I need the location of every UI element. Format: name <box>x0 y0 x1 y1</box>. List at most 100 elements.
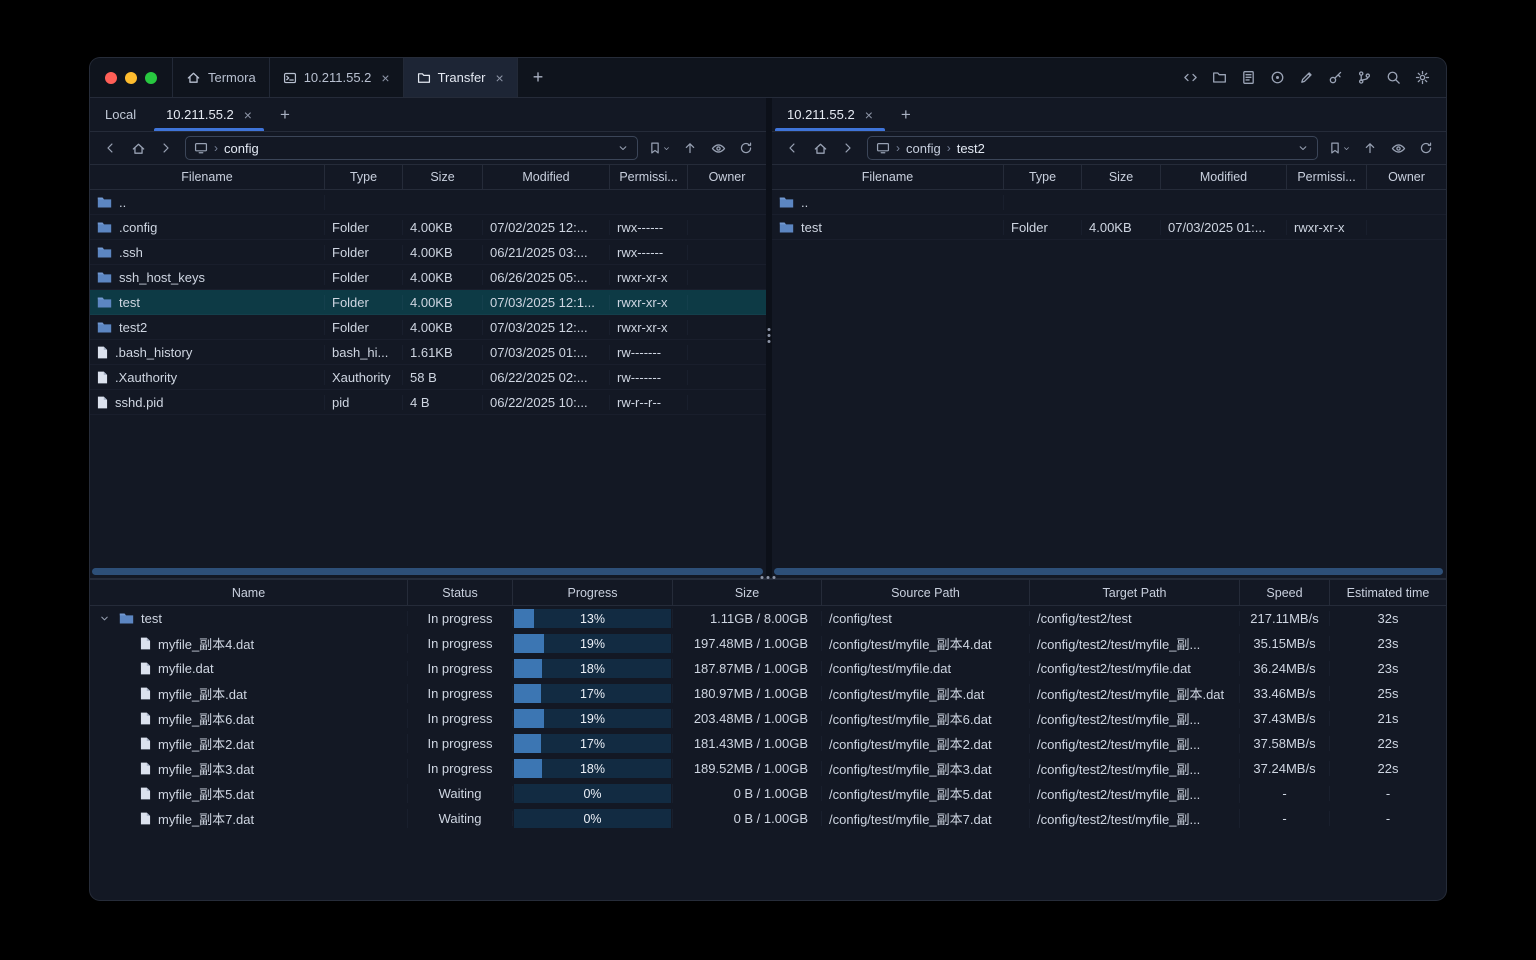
back-button[interactable] <box>101 139 119 157</box>
column-header-size[interactable]: Size <box>673 580 822 605</box>
document-icon[interactable] <box>1240 70 1256 86</box>
transfer-row-myfile-3-dat[interactable]: myfile_副本3.dat In progress 18% 189.52MB / 1… <box>90 756 1446 781</box>
column-header-source-path[interactable]: Source Path <box>822 580 1030 605</box>
close-tab-icon[interactable]: × <box>865 108 873 122</box>
transfer-row-myfile--dat[interactable]: myfile_副本.dat In progress 17% 180.97MB / 1.… <box>90 681 1446 706</box>
horizontal-scrollbar[interactable] <box>774 568 1443 575</box>
settings-icon[interactable] <box>1414 70 1430 86</box>
transfer-row-myfile-2-dat[interactable]: myfile_副本2.dat In progress 17% 181.43MB / 1… <box>90 731 1446 756</box>
column-header-filename[interactable]: Filename <box>772 165 1004 189</box>
file-row-sshd-pid[interactable]: sshd.pid pid 4 B 06/22/2025 10:... rw-r--r-- <box>90 390 766 415</box>
app-tab-transfer[interactable]: Transfer × <box>403 58 518 97</box>
file-name: .bash_history <box>115 344 193 360</box>
search-icon[interactable] <box>1385 70 1401 86</box>
transfer-splitter[interactable] <box>90 576 1446 580</box>
forward-button[interactable] <box>839 139 857 157</box>
bookmark-button[interactable] <box>1328 139 1351 157</box>
pane-tab-local[interactable]: Local <box>90 98 151 131</box>
file-row-ssh[interactable]: .ssh Folder 4.00KB 06/21/2025 03:... rwx----… <box>90 240 766 265</box>
chevron-down-icon[interactable] <box>617 142 629 154</box>
column-header-owner[interactable]: Owner <box>1367 165 1446 189</box>
permissions-cell: rw------- <box>610 344 688 360</box>
transfer-row-myfile-6-dat[interactable]: myfile_副本6.dat In progress 19% 203.48MB / 1… <box>90 706 1446 731</box>
bookmark-button[interactable] <box>648 139 671 157</box>
home-button[interactable] <box>811 139 829 157</box>
breadcrumb-segment-config[interactable]: config <box>906 141 941 156</box>
parent-directory-button[interactable] <box>681 139 699 157</box>
column-header-type[interactable]: Type <box>325 165 403 189</box>
path-breadcrumb[interactable]: › config <box>185 136 638 160</box>
column-header-size[interactable]: Size <box>403 165 483 189</box>
path-breadcrumb[interactable]: › config › test2 <box>867 136 1318 160</box>
transfer-row-myfile-7-dat[interactable]: myfile_副本7.dat Waiting 0% 0 B / 1.00GB/conf… <box>90 806 1446 831</box>
modified-cell-text: 07/03/2025 01:... <box>490 344 588 360</box>
file-row-xauthority[interactable]: .Xauthority Xauthority 58 B 06/22/2025 02:.… <box>90 365 766 390</box>
pane-tab-10-211-55-2[interactable]: 10.211.55.2 × <box>772 98 888 131</box>
close-window-button[interactable] <box>105 71 117 84</box>
new-pane-tab-button[interactable]: + <box>888 98 924 131</box>
home-button[interactable] <box>129 139 147 157</box>
show-hidden-button[interactable] <box>1389 139 1407 157</box>
parent-directory-button[interactable] <box>1361 139 1379 157</box>
column-header-status[interactable]: Status <box>408 580 513 605</box>
breadcrumb-separator: › <box>896 141 900 155</box>
folder-icon[interactable] <box>1211 70 1227 86</box>
file-row-test[interactable]: test Folder 4.00KB 07/03/2025 12:1... rwxr-x… <box>90 290 766 315</box>
code-icon[interactable] <box>1182 70 1198 86</box>
close-tab-icon[interactable]: × <box>381 71 389 85</box>
horizontal-scrollbar[interactable] <box>92 568 763 575</box>
pane-tab-10-211-55-2[interactable]: 10.211.55.2 × <box>151 98 267 131</box>
maximize-window-button[interactable] <box>145 71 157 84</box>
column-header-estimated-time[interactable]: Estimated time <box>1330 580 1446 605</box>
record-icon[interactable] <box>1269 70 1285 86</box>
file-row-bash-history[interactable]: .bash_history bash_hi... 1.61KB 07/03/2025 … <box>90 340 766 365</box>
column-header-speed[interactable]: Speed <box>1240 580 1330 605</box>
column-header-modified[interactable]: Modified <box>1161 165 1287 189</box>
app-tab-termora[interactable]: Termora <box>172 58 270 97</box>
column-header-target-path[interactable]: Target Path <box>1030 580 1240 605</box>
target-path-cell: /config/test2/test/myfile.dat <box>1030 661 1240 676</box>
column-header-modified[interactable]: Modified <box>483 165 610 189</box>
breadcrumb-segment-test2[interactable]: test2 <box>957 141 985 156</box>
column-header-permissi[interactable]: Permissi... <box>610 165 688 189</box>
chevron-down-icon[interactable] <box>1297 142 1309 154</box>
column-header-progress[interactable]: Progress <box>513 580 673 605</box>
forward-button[interactable] <box>157 139 175 157</box>
size-cell-text: 1.11GB / 8.00GB <box>709 611 808 626</box>
file-row-config[interactable]: .config Folder 4.00KB 07/02/2025 12:... rwx-… <box>90 215 766 240</box>
transfer-row-myfile-5-dat[interactable]: myfile_副本5.dat Waiting 0% 0 B / 1.00GB/conf… <box>90 781 1446 806</box>
close-tab-icon[interactable]: × <box>496 71 504 85</box>
refresh-button[interactable] <box>1417 139 1435 157</box>
transfer-name: myfile_副本.dat <box>158 687 247 702</box>
column-header-filename[interactable]: Filename <box>90 165 325 189</box>
minimize-window-button[interactable] <box>125 71 137 84</box>
show-hidden-button[interactable] <box>709 139 727 157</box>
file-name: .. <box>119 194 127 210</box>
file-row-parent[interactable]: .. <box>90 190 766 215</box>
refresh-button[interactable] <box>737 139 755 157</box>
app-tab-10-211-55-2[interactable]: 10.211.55.2 × <box>270 58 404 97</box>
file-row-test[interactable]: test Folder 4.00KB 07/03/2025 01:... rwxr-xr… <box>772 215 1446 240</box>
new-tab-button[interactable]: + <box>518 58 559 97</box>
column-header-type[interactable]: Type <box>1004 165 1082 189</box>
collapse-icon[interactable] <box>97 613 112 624</box>
breadcrumb-segment-config[interactable]: config <box>224 141 259 156</box>
column-header-name[interactable]: Name <box>90 580 408 605</box>
file-icon <box>140 737 151 750</box>
file-row-test2[interactable]: test2 Folder 4.00KB 07/03/2025 12:... rwxr-x… <box>90 315 766 340</box>
column-header-owner[interactable]: Owner <box>688 165 766 189</box>
terminal-icon <box>283 71 297 85</box>
file-row-parent[interactable]: .. <box>772 190 1446 215</box>
key-icon[interactable] <box>1327 70 1343 86</box>
column-header-size[interactable]: Size <box>1082 165 1161 189</box>
new-pane-tab-button[interactable]: + <box>267 98 303 131</box>
transfer-row-myfile-dat[interactable]: myfile.dat In progress 18% 187.87MB / 1.00G… <box>90 656 1446 681</box>
column-header-permissi[interactable]: Permissi... <box>1287 165 1367 189</box>
branch-icon[interactable] <box>1356 70 1372 86</box>
file-row-ssh-host-keys[interactable]: ssh_host_keys Folder 4.00KB 06/26/2025 05:.… <box>90 265 766 290</box>
transfer-row-myfile-4-dat[interactable]: myfile_副本4.dat In progress 19% 197.48MB / 1… <box>90 631 1446 656</box>
pencil-icon[interactable] <box>1298 70 1314 86</box>
back-button[interactable] <box>783 139 801 157</box>
transfer-row-test[interactable]: test In progress 13% 1.11GB / 8.00GB/config… <box>90 606 1446 631</box>
close-tab-icon[interactable]: × <box>244 108 252 122</box>
